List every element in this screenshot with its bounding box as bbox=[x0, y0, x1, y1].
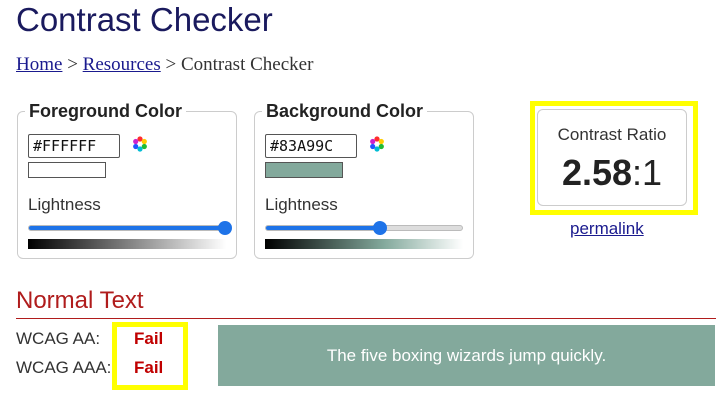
breadcrumb-separator: > bbox=[67, 54, 78, 75]
permalink-link[interactable]: permalink bbox=[570, 218, 644, 240]
wcag-aaa-label: WCAG AAA: bbox=[16, 358, 112, 377]
wcag-aaa-result: Fail bbox=[134, 358, 164, 377]
foreground-color-legend: Foreground Color bbox=[25, 100, 186, 122]
section-divider bbox=[16, 318, 716, 319]
contrast-ratio-suffix: :1 bbox=[632, 152, 663, 193]
background-color-swatch bbox=[265, 162, 343, 178]
foreground-lightness-gradient bbox=[28, 239, 226, 249]
background-lightness-slider[interactable] bbox=[265, 221, 463, 235]
wcag-aa-result: Fail bbox=[134, 329, 164, 348]
breadcrumb-current: Contrast Checker bbox=[180, 54, 314, 75]
breadcrumb-separator: > bbox=[165, 54, 177, 75]
foreground-color-swatch bbox=[28, 162, 106, 178]
foreground-lightness-slider[interactable] bbox=[28, 221, 232, 235]
background-lightness-label: Lightness bbox=[265, 195, 338, 214]
page-title: Contrast Checker bbox=[16, 1, 273, 38]
wcag-aa-label: WCAG AA: bbox=[16, 329, 101, 348]
contrast-ratio-value: 2.58:1 bbox=[538, 151, 686, 195]
background-color-legend: Background Color bbox=[262, 100, 428, 122]
contrast-ratio-number: 2.58 bbox=[561, 152, 633, 193]
contrast-ratio-panel: Contrast Ratio 2.58:1 bbox=[537, 109, 687, 206]
foreground-lightness-label: Lightness bbox=[28, 195, 101, 214]
background-lightness-slider-fill bbox=[266, 226, 380, 230]
background-hex-input[interactable] bbox=[265, 134, 357, 158]
breadcrumb-home-link[interactable]: Home bbox=[16, 54, 62, 75]
breadcrumb: Home > Resources > Contrast Checker bbox=[16, 54, 313, 76]
foreground-lightness-slider-thumb[interactable] bbox=[218, 221, 232, 235]
foreground-color-panel: Foreground Color Lightness bbox=[17, 100, 237, 259]
background-lightness-slider-thumb[interactable] bbox=[372, 221, 387, 235]
normal-text-heading: Normal Text bbox=[16, 287, 144, 314]
background-color-panel: Background Color Lightness bbox=[254, 100, 474, 259]
background-lightness-gradient bbox=[265, 239, 463, 249]
color-wheel-icon[interactable] bbox=[369, 136, 385, 152]
normal-text-sample: The five boxing wizards jump quickly. bbox=[218, 325, 715, 386]
foreground-lightness-slider-fill bbox=[29, 226, 225, 230]
color-wheel-icon[interactable] bbox=[132, 136, 148, 152]
contrast-ratio-label: Contrast Ratio bbox=[557, 125, 667, 144]
foreground-hex-input[interactable] bbox=[28, 134, 120, 158]
breadcrumb-resources-link[interactable]: Resources bbox=[83, 54, 161, 75]
